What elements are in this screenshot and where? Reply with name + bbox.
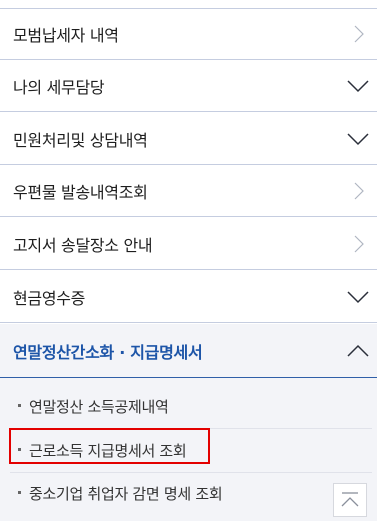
chevron-right-icon bbox=[354, 25, 364, 43]
menu-item-notice-delivery[interactable]: 고지서 송달장소 안내 bbox=[0, 219, 377, 270]
submenu-item-deduction-details[interactable]: 연말정산 소득공제내역 bbox=[18, 396, 169, 417]
menu-item-label: 연말정산간소화 · 지급명세서 bbox=[13, 342, 203, 362]
chevron-down-icon bbox=[347, 80, 369, 93]
menu-item-label: 민원처리및 상담내역 bbox=[13, 131, 148, 150]
divider bbox=[10, 472, 372, 473]
menu-item-mail-history[interactable]: 우편물 발송내역조회 bbox=[0, 166, 377, 217]
submenu-item-label: 연말정산 소득공제내역 bbox=[29, 398, 169, 416]
menu-item-label: 나의 세무담당 bbox=[13, 78, 105, 97]
chevron-down-icon bbox=[347, 291, 369, 304]
menu-item-label: 모범납세자 내역 bbox=[13, 26, 119, 45]
chevron-right-icon bbox=[354, 182, 364, 200]
menu-item-my-tax-officer[interactable]: 나의 세무담당 bbox=[0, 61, 377, 112]
menu-item-model-taxpayer[interactable]: 모범납세자 내역 bbox=[0, 9, 377, 60]
chevron-right-icon bbox=[354, 235, 364, 253]
scroll-to-top-button[interactable] bbox=[333, 483, 367, 517]
menu-item-civil-petition[interactable]: 민원처리및 상담내역 bbox=[0, 114, 377, 165]
menu-item-year-end-settlement[interactable]: 연말정산간소화 · 지급명세서 bbox=[0, 324, 377, 378]
submenu-item-sme-reduction[interactable]: 중소기업 취업자 감면 명세 조회 bbox=[18, 483, 223, 504]
highlight-box bbox=[9, 428, 210, 464]
bullet-icon bbox=[18, 491, 21, 494]
menu-item-label: 현금영수증 bbox=[13, 289, 86, 308]
menu-item-label: 우편물 발송내역조회 bbox=[13, 183, 148, 202]
bullet-icon bbox=[18, 404, 21, 407]
chevron-down-icon bbox=[347, 133, 369, 146]
chevron-up-icon bbox=[347, 344, 369, 357]
menu-item-label: 고지서 송달장소 안내 bbox=[13, 236, 153, 255]
submenu-item-label: 중소기업 취업자 감면 명세 조회 bbox=[29, 485, 223, 503]
menu-item-cash-receipt[interactable]: 현금영수증 bbox=[0, 272, 377, 323]
double-chevron-up-icon bbox=[341, 492, 359, 507]
